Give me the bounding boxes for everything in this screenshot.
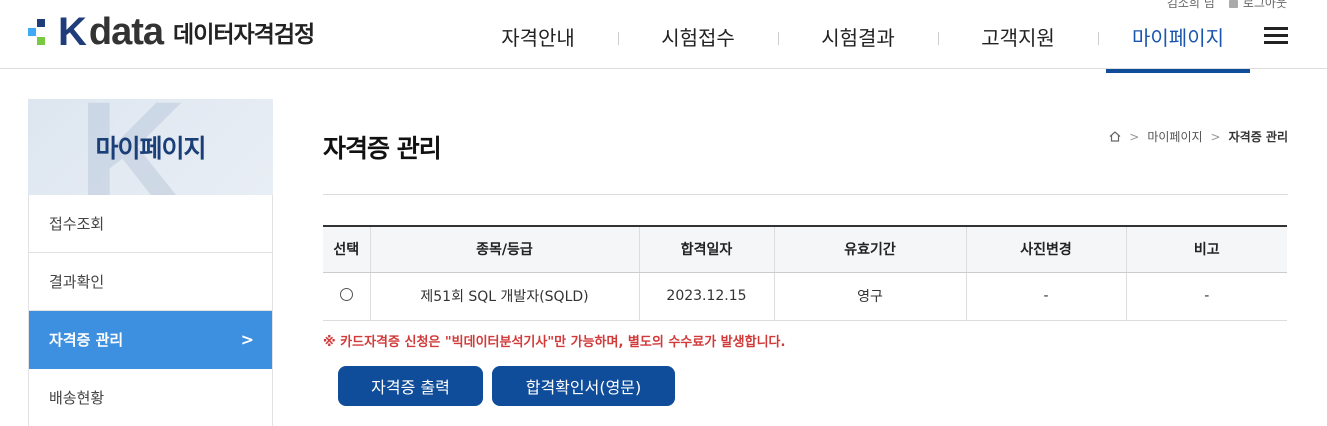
sidebar-item-result-check[interactable]: 결과확인 — [29, 253, 272, 311]
nav-item-exam-registration[interactable]: 시험접수 — [618, 22, 778, 69]
sidebar-header: K 마이페이지 — [28, 99, 273, 195]
utility-bar: 김소희 님 로그아웃 — [1167, 0, 1287, 11]
action-buttons: 자격증 출력 합격확인서(영문) — [338, 366, 675, 406]
page-title: 자격증 관리 — [323, 134, 442, 163]
certificate-table: 선택 종목/등급 합격일자 유효기간 사진변경 비고 제51회 SQL 개발자(… — [323, 225, 1287, 321]
breadcrumb-separator: > — [1210, 129, 1221, 144]
hamburger-menu-icon[interactable] — [1264, 27, 1288, 45]
breadcrumb-current: 자격증 관리 — [1228, 130, 1288, 144]
sidebar-item-registration-lookup[interactable]: 접수조회 — [29, 195, 272, 253]
table-row: 제51회 SQL 개발자(SQLD) 2023.12.15 영구 - - — [323, 272, 1287, 321]
lock-icon — [1228, 0, 1238, 8]
breadcrumb-separator: > — [1129, 129, 1140, 144]
col-header-photo-change: 사진변경 — [965, 225, 1126, 273]
nav-item-exam-results[interactable]: 시험결과 — [778, 22, 938, 69]
logo-subtitle: 데이터자격검정 — [173, 22, 315, 48]
sidebar-menu: 접수조회 결과확인 자격증 관리 > 배송현황 — [28, 195, 273, 426]
pass-confirmation-english-button[interactable]: 합격확인서(영문) — [492, 366, 675, 406]
divider — [323, 194, 1288, 195]
user-name: 김소희 님 — [1166, 0, 1215, 10]
col-header-select: 선택 — [323, 225, 370, 273]
nav-item-mypage[interactable]: 마이페이지 — [1098, 22, 1258, 73]
table-header-row: 선택 종목/등급 합격일자 유효기간 사진변경 비고 — [323, 225, 1287, 273]
col-header-note: 비고 — [1125, 225, 1287, 273]
print-certificate-button[interactable]: 자격증 출력 — [338, 366, 483, 406]
col-header-pass-date: 합격일자 — [638, 225, 774, 273]
breadcrumb-item[interactable]: 마이페이지 — [1147, 128, 1202, 145]
home-icon[interactable] — [1109, 131, 1121, 142]
col-header-item: 종목/등급 — [369, 225, 639, 273]
logo[interactable]: K data 데이터자격검정 — [28, 11, 315, 53]
nav-item-qualification-guide[interactable]: 자격안내 — [458, 22, 618, 69]
cell-item: 제51회 SQL 개발자(SQLD) — [369, 272, 639, 321]
breadcrumb: > 마이페이지 > 자격증 관리 — [1109, 128, 1288, 145]
col-header-validity: 유효기간 — [773, 225, 966, 273]
cell-photo-change: - — [965, 272, 1126, 321]
cell-validity: 영구 — [773, 272, 966, 321]
logout-link[interactable]: 로그아웃 — [1228, 0, 1287, 11]
notice-text: ※ 카드자격증 신청은 "빅데이터분석기사"만 가능하며, 별도의 수수료가 발… — [323, 335, 786, 350]
cell-pass-date: 2023.12.15 — [638, 272, 774, 321]
sidebar-item-certificate-management[interactable]: 자격증 관리 > — [29, 311, 272, 369]
sidebar-item-delivery-status[interactable]: 배송현황 — [29, 369, 272, 426]
sidebar: K 마이페이지 접수조회 결과확인 자격증 관리 > 배송현황 — [28, 99, 273, 426]
sidebar-title: 마이페이지 — [95, 134, 206, 163]
cell-note: - — [1125, 272, 1287, 321]
main-nav: 자격안내 시험접수 시험결과 고객지원 마이페이지 — [458, 22, 1258, 73]
nav-item-customer-support[interactable]: 고객지원 — [938, 22, 1098, 69]
select-radio[interactable] — [339, 287, 353, 301]
chevron-right-icon: > — [240, 330, 254, 349]
logo-mark-icon — [28, 15, 64, 49]
logo-data: data — [88, 11, 164, 53]
site-header: K data 데이터자격검정 김소희 님 로그아웃 자격안내 시험접수 시험결과… — [0, 0, 1327, 73]
